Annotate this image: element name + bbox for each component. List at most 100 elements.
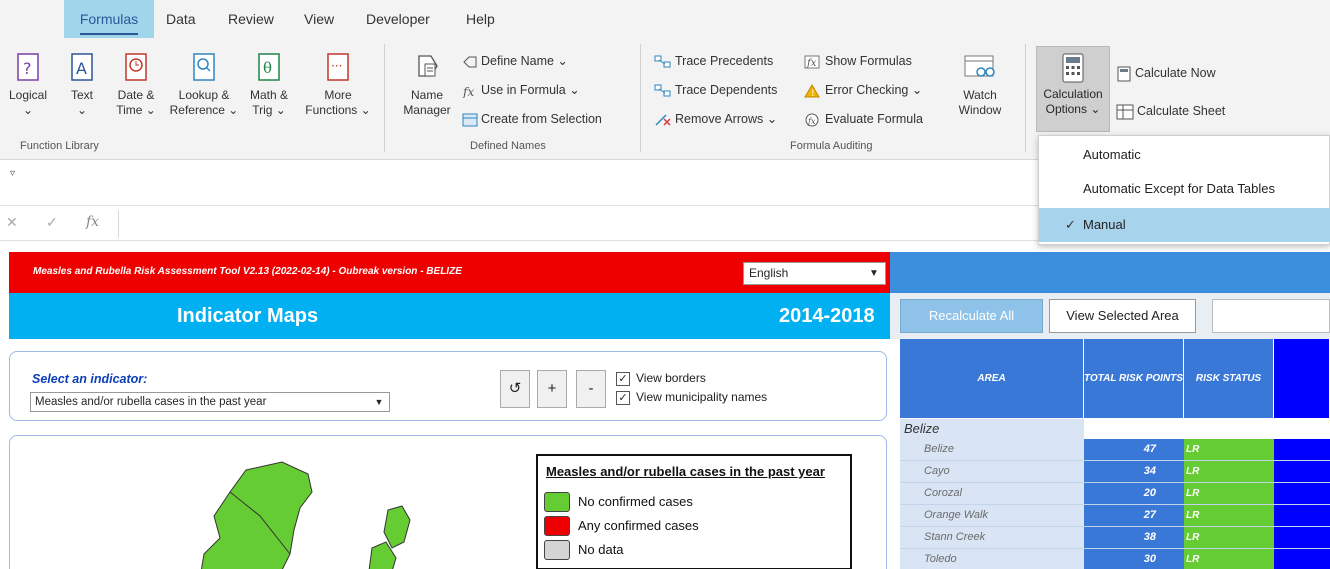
map-region-island[interactable]: [383, 505, 411, 549]
quick-access-expand-icon[interactable]: ▿: [10, 168, 15, 179]
error-checking-button[interactable]: ! Error Checking ⌄: [804, 79, 922, 101]
calculation-options-button[interactable]: Calculation Options ⌄: [1036, 46, 1110, 132]
select-indicator-label: Select an indicator:: [32, 372, 148, 386]
group-separator: [384, 44, 385, 152]
indicator-select[interactable]: Measles and/or rubella cases in the past…: [30, 392, 390, 412]
defined-names-label: Defined Names: [470, 140, 546, 152]
reset-view-button[interactable]: ↺: [500, 370, 530, 408]
name-manager-button[interactable]: Name Manager: [396, 52, 458, 118]
indicator-maps-header: Indicator Maps 2014-2018: [9, 293, 890, 339]
show-formulas-icon: fx: [804, 55, 820, 69]
menu-item-manual[interactable]: ✓ Manual: [1039, 208, 1330, 242]
calculate-sheet-icon: [1116, 104, 1134, 120]
section-title: Indicator Maps: [177, 305, 319, 327]
header-band: [890, 252, 1330, 293]
calculate-now-button[interactable]: Calculate Now: [1116, 62, 1216, 84]
worksheet: Measles and Rubella Risk Assessment Tool…: [0, 243, 1330, 569]
map-panel: Corozal Measles and/or rubella cases in …: [9, 435, 887, 569]
points-cell: 47: [1084, 439, 1184, 461]
evaluate-formula-button[interactable]: fx Evaluate Formula: [804, 108, 923, 130]
blank-button[interactable]: [1212, 299, 1330, 333]
calculation-options-menu: Automatic Automatic Except for Data Tabl…: [1038, 135, 1330, 245]
view-borders-checkbox[interactable]: ✓: [616, 372, 630, 386]
trace-precedents-icon: [654, 55, 671, 68]
create-from-selection-icon: [462, 113, 478, 127]
use-in-formula-button[interactable]: fx Use in Formula ⌄: [462, 79, 580, 101]
tab-help[interactable]: Help: [458, 0, 503, 38]
more-functions-button[interactable]: ··· More Functions ⌄: [302, 52, 374, 118]
table-group-fill: [1084, 419, 1330, 439]
create-from-selection-button[interactable]: Create from Selection: [462, 108, 602, 130]
zoom-in-button[interactable]: +: [537, 370, 567, 408]
language-select[interactable]: English ▼: [743, 262, 886, 285]
extra-cell: [1274, 527, 1330, 549]
tab-review[interactable]: Review: [220, 0, 282, 38]
date-time-button[interactable]: Date & Time ⌄: [110, 52, 162, 118]
area-cell: Belize: [900, 439, 1084, 461]
svg-text:fx: fx: [806, 58, 817, 69]
define-name-button[interactable]: Define Name ⌄: [462, 50, 568, 72]
reset-icon: ↺: [508, 380, 522, 397]
enter-icon[interactable]: ✓: [46, 214, 58, 231]
tag-icon: [463, 56, 477, 68]
tab-formulas[interactable]: Formulas: [64, 0, 154, 38]
map-region-label: Corozal: [290, 552, 316, 560]
map-legend: Measles and/or rubella cases in the past…: [536, 454, 852, 569]
menu-item-automatic-except-data-tables[interactable]: Automatic Except for Data Tables: [1039, 172, 1330, 206]
legend-label: Any confirmed cases: [578, 518, 699, 533]
clock-icon: [125, 53, 147, 81]
area-cell: Cayo: [900, 461, 1084, 483]
column-header-total-risk-points: TOTAL RISK POINTS: [1084, 339, 1184, 418]
lookup-icon: [193, 53, 215, 81]
group-separator: [640, 44, 641, 152]
zoom-out-button[interactable]: -: [576, 370, 606, 408]
use-in-formula-icon: fx: [462, 85, 474, 99]
watch-window-button[interactable]: Watch Window: [950, 54, 1010, 118]
legend-title: Measles and/or rubella cases in the past…: [546, 464, 825, 479]
remove-arrows-icon: [655, 114, 671, 126]
lookup-reference-button[interactable]: Lookup & Reference ⌄: [168, 52, 240, 118]
math-trig-button[interactable]: θ Math & Trig ⌄: [244, 52, 294, 118]
belize-map: Corozal: [200, 461, 411, 569]
points-cell: 38: [1084, 527, 1184, 549]
logical-button[interactable]: ? Logical ⌄: [4, 52, 52, 118]
show-formulas-button[interactable]: fx Show Formulas: [804, 50, 912, 72]
text-button[interactable]: A Text ⌄: [60, 52, 104, 118]
area-cell: Orange Walk: [900, 505, 1084, 527]
extra-cell: [1274, 461, 1330, 483]
table-group-row[interactable]: Belize: [900, 419, 1084, 439]
year-range: 2014-2018: [779, 305, 875, 327]
insert-function-icon[interactable]: fx: [86, 214, 99, 230]
extra-cell: [1274, 439, 1330, 461]
trace-precedents-button[interactable]: Trace Precedents: [654, 50, 773, 72]
view-selected-area-button[interactable]: View Selected Area: [1049, 299, 1196, 333]
extra-cell: [1274, 549, 1330, 569]
area-cell: Corozal: [900, 483, 1084, 505]
tool-title: Measles and Rubella Risk Assessment Tool…: [33, 266, 462, 277]
formula-auditing-label: Formula Auditing: [790, 140, 873, 152]
points-cell: 34: [1084, 461, 1184, 483]
remove-arrows-button[interactable]: Remove Arrows ⌄: [654, 108, 777, 130]
logical-icon: ?: [17, 53, 39, 81]
legend-swatch: [544, 516, 570, 536]
svg-text:?: ?: [23, 59, 32, 78]
view-borders-label: View borders: [636, 371, 706, 385]
recalculate-all-button[interactable]: Recalculate All: [900, 299, 1043, 333]
trace-dependents-icon: [654, 84, 671, 97]
extra-cell: [1274, 483, 1330, 505]
cancel-icon[interactable]: ✕: [6, 214, 18, 231]
risk-status-cell: LR: [1184, 549, 1274, 569]
calculate-sheet-button[interactable]: Calculate Sheet: [1116, 100, 1225, 122]
view-municipality-names-checkbox[interactable]: ✓: [616, 391, 630, 405]
tab-data[interactable]: Data: [158, 0, 204, 38]
risk-status-cell: LR: [1184, 461, 1274, 483]
indicator-selector-panel: Select an indicator: Measles and/or rube…: [9, 351, 887, 421]
menu-item-automatic[interactable]: Automatic: [1039, 138, 1330, 172]
tab-view[interactable]: View: [296, 0, 342, 38]
calculator-icon: [1062, 53, 1084, 83]
svg-text:fx: fx: [807, 117, 816, 126]
legend-swatch: [544, 540, 570, 560]
tab-developer[interactable]: Developer: [358, 0, 438, 38]
menu-bar: Formulas Data Review View Developer Help: [0, 0, 1330, 38]
trace-dependents-button[interactable]: Trace Dependents: [654, 79, 777, 101]
